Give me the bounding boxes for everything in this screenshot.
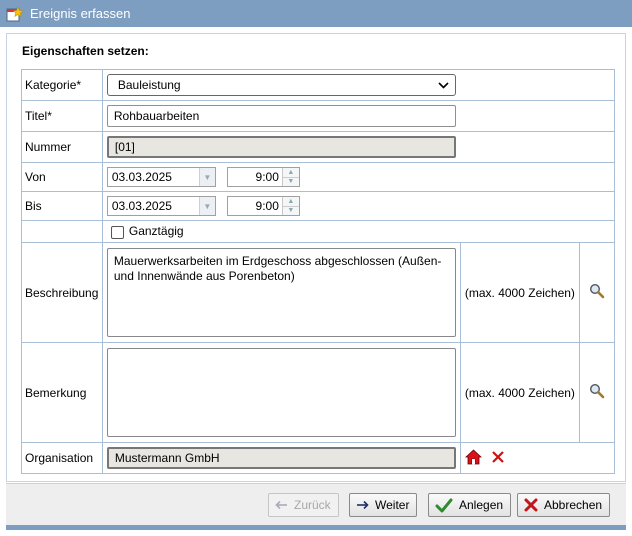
- row-bemerkung: Bemerkung (max. 4000 Zeichen): [21, 342, 616, 443]
- window-titlebar: Ereignis erfassen: [0, 0, 632, 27]
- ganztaegig-label: Ganztägig: [128, 224, 184, 239]
- cancel-x-icon: [524, 498, 538, 512]
- von-label: Von: [21, 162, 103, 192]
- cancel-button[interactable]: Abbrechen: [517, 493, 611, 517]
- bis-date-value: 03.03.2025: [111, 199, 172, 213]
- beschreibung-hint: (max. 4000 Zeichen): [459, 242, 580, 343]
- von-time-value: 9:00: [255, 170, 279, 184]
- nummer-label: Nummer: [21, 131, 103, 163]
- titel-input[interactable]: Rohbauarbeiten: [106, 105, 456, 127]
- home-icon[interactable]: [464, 448, 482, 468]
- von-time-input[interactable]: 9:00 ▲ ▼: [226, 167, 300, 187]
- bemerkung-hint: (max. 4000 Zeichen): [459, 342, 580, 443]
- organisation-label: Organisation: [21, 442, 103, 474]
- bis-time-spinner[interactable]: ▲ ▼: [281, 197, 299, 216]
- row-beschreibung: Beschreibung Mauerwerksarbeiten im Erdge…: [21, 242, 616, 343]
- von-date-value: 03.03.2025: [111, 170, 172, 184]
- bemerkung-label: Bemerkung: [21, 342, 103, 443]
- window-bottom-border: [6, 525, 626, 530]
- kategorie-select[interactable]: Bauleistung: [106, 74, 456, 96]
- von-date-input[interactable]: 03.03.2025 ▼: [106, 167, 216, 187]
- form-panel: Eigenschaften setzen: Kategorie* Bauleis…: [6, 33, 626, 482]
- nummer-field: [01]: [106, 136, 456, 158]
- back-button[interactable]: Zurück: [268, 493, 339, 517]
- create-button[interactable]: Anlegen: [428, 493, 512, 517]
- von-date-dropdown-icon[interactable]: ▼: [198, 168, 215, 186]
- von-time-spinner[interactable]: ▲ ▼: [281, 168, 299, 187]
- arrow-right-icon: [356, 500, 369, 510]
- ganztaegig-checkbox[interactable]: [110, 225, 124, 239]
- next-button[interactable]: Weiter: [349, 493, 418, 517]
- checkmark-icon: [435, 498, 453, 513]
- magnifier-icon[interactable]: [589, 383, 605, 402]
- spin-down-icon[interactable]: ▼: [283, 178, 299, 187]
- kategorie-label: Kategorie*: [21, 69, 103, 101]
- beschreibung-label: Beschreibung: [21, 242, 103, 343]
- titel-label: Titel*: [21, 100, 103, 132]
- row-von: Von 03.03.2025 ▼ 9:00 ▲ ▼: [21, 162, 616, 192]
- row-kategorie: Kategorie* Bauleistung: [21, 69, 616, 101]
- bis-date-dropdown-icon[interactable]: ▼: [198, 197, 215, 215]
- bis-label: Bis: [21, 191, 103, 221]
- section-title: Eigenschaften setzen:: [22, 44, 149, 58]
- row-nummer: Nummer [01]: [21, 131, 616, 163]
- row-organisation: Organisation Mustermann GmbH: [21, 442, 616, 474]
- magnifier-icon[interactable]: [589, 283, 605, 302]
- organisation-field: Mustermann GmbH: [106, 447, 456, 469]
- row-ganztaegig: Ganztägig: [21, 220, 616, 243]
- properties-table: Kategorie* Bauleistung Titel* Rohbauarbe…: [21, 69, 616, 474]
- window-title: Ereignis erfassen: [30, 6, 131, 21]
- kategorie-value: Bauleistung: [117, 78, 181, 92]
- button-bar: Zurück Weiter Anlegen Abbrechen: [6, 483, 626, 525]
- bis-time-value: 9:00: [255, 199, 279, 213]
- bis-time-input[interactable]: 9:00 ▲ ▼: [226, 196, 300, 216]
- spin-down-icon[interactable]: ▼: [283, 207, 299, 216]
- chevron-down-icon: [438, 78, 449, 92]
- bis-date-input[interactable]: 03.03.2025 ▼: [106, 196, 216, 216]
- calendar-event-icon: [6, 5, 24, 22]
- spin-up-icon[interactable]: ▲: [282, 168, 299, 178]
- row-bis: Bis 03.03.2025 ▼ 9:00 ▲ ▼: [21, 191, 616, 221]
- beschreibung-textarea[interactable]: Mauerwerksarbeiten im Erdgeschoss abgesc…: [106, 248, 456, 337]
- row-titel: Titel* Rohbauarbeiten: [21, 100, 616, 132]
- arrow-left-icon: [275, 500, 288, 510]
- spin-up-icon[interactable]: ▲: [282, 197, 299, 207]
- bemerkung-textarea[interactable]: [106, 348, 456, 437]
- remove-icon[interactable]: [491, 450, 505, 467]
